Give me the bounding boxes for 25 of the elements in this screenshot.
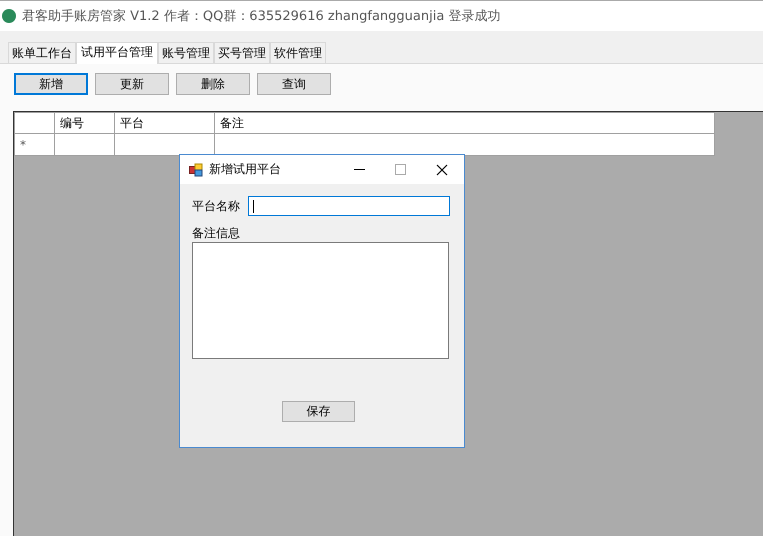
toolbar-button[interactable]: 更新: [95, 73, 169, 95]
save-button[interactable]: 保存: [282, 401, 355, 422]
column-header[interactable]: 编号: [54, 112, 114, 134]
close-icon[interactable]: [436, 164, 448, 176]
form-icon: [189, 162, 203, 176]
tab[interactable]: 软件管理: [270, 42, 326, 63]
new-row-marker: *: [14, 134, 54, 156]
column-header[interactable]: 备注: [214, 112, 714, 134]
tab[interactable]: 账号管理: [158, 42, 214, 63]
field-label: 平台名称: [192, 198, 240, 214]
maximize-icon[interactable]: [395, 164, 406, 175]
window-title: 君客助手账房管家 V1.2 作者：QQ群：635529616 zhangfangguanjia 登录成功: [22, 8, 500, 25]
column-header[interactable]: 平台: [114, 112, 214, 134]
field-label: 备注信息: [192, 225, 241, 242]
tab[interactable]: 试用平台管理: [76, 42, 158, 64]
table-cell[interactable]: [54, 134, 114, 156]
tab[interactable]: 买号管理: [214, 42, 270, 63]
toolbar-button[interactable]: 新增: [14, 73, 88, 95]
input-field[interactable]: [248, 196, 450, 216]
app-icon: [2, 9, 16, 23]
toolbar-button[interactable]: 查询: [257, 73, 331, 95]
dialog-title: 新增试用平台: [209, 161, 281, 178]
tab[interactable]: 账单工作台: [8, 42, 76, 63]
toolbar-button[interactable]: 删除: [176, 73, 250, 95]
text-area[interactable]: [192, 242, 449, 359]
